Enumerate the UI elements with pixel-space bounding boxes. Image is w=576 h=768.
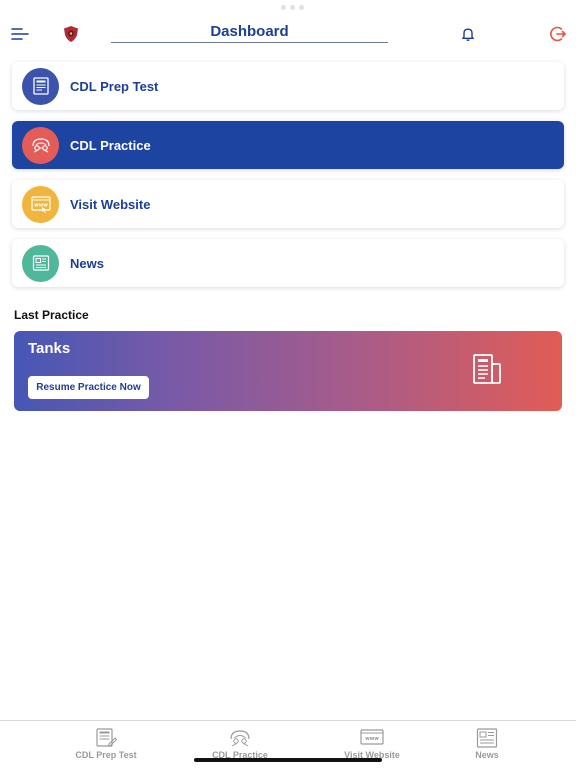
svg-text:www: www <box>365 736 379 742</box>
document-list-icon <box>473 354 501 384</box>
website-icon: www <box>22 185 59 223</box>
shield-logo-icon <box>64 26 78 42</box>
menu-item-cdl-prep-test[interactable]: CDL Prep Test <box>12 62 564 110</box>
news-tab-icon <box>476 728 498 748</box>
tab-label: CDL Prep Test <box>75 750 137 760</box>
status-dots <box>281 5 304 10</box>
prep-test-icon <box>22 67 59 105</box>
dashboard-menu: CDL Prep Test CDL Practice www Visit Web… <box>12 62 564 298</box>
tab-cdl-practice[interactable]: CDL Practice <box>195 727 285 760</box>
practice-topic: Tanks <box>28 340 71 357</box>
tab-label: News <box>475 750 499 760</box>
page-title: Dashboard <box>210 23 289 40</box>
tab-visit-website[interactable]: www Visit Website <box>327 727 417 760</box>
website-tab-icon: www <box>360 729 384 745</box>
menu-item-label: CDL Practice <box>70 137 151 153</box>
bell-icon[interactable] <box>460 26 476 42</box>
menu-icon[interactable] <box>10 26 30 42</box>
svg-text:www: www <box>34 203 48 209</box>
menu-item-visit-website[interactable]: www Visit Website <box>12 180 564 228</box>
menu-item-label: Visit Website <box>70 196 151 212</box>
logout-icon[interactable] <box>549 25 567 43</box>
home-indicator <box>194 758 382 762</box>
menu-item-news[interactable]: News <box>12 239 564 287</box>
last-practice-heading: Last Practice <box>14 308 89 322</box>
practice-icon <box>22 126 59 164</box>
tab-news[interactable]: News <box>442 727 532 760</box>
tab-cdl-prep-test[interactable]: CDL Prep Test <box>61 727 151 760</box>
top-header: Dashboard <box>0 18 576 52</box>
menu-item-cdl-practice[interactable]: CDL Practice <box>12 121 564 169</box>
last-practice-card[interactable]: Tanks Resume Practice Now <box>14 331 562 411</box>
page-title-container: Dashboard <box>111 22 388 43</box>
practice-tab-icon <box>230 730 250 747</box>
resume-practice-button[interactable]: Resume Practice Now <box>28 376 149 399</box>
menu-item-label: News <box>70 255 104 271</box>
menu-item-label: CDL Prep Test <box>70 78 159 94</box>
prep-test-tab-icon <box>96 728 118 747</box>
news-icon <box>22 244 59 282</box>
